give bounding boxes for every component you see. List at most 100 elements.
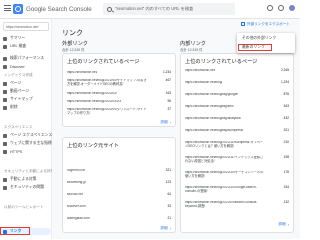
row-url: showver.com (67, 205, 86, 208)
table-row[interactable]: https://seomotion.net/blog/2022/03/20/ 9… (67, 99, 171, 104)
search-console-logo-icon (13, 4, 23, 14)
sidebar-item-summary[interactable]: サマリー (3, 35, 25, 42)
lock-icon (3, 149, 7, 154)
row-url: https://seomotion.net/ (185, 69, 216, 72)
row-count: 321 (165, 168, 171, 172)
table-row[interactable]: seowebing.jp 123 (67, 180, 171, 185)
table-row[interactable]: https://seomotion.net/blog/2022/10/Googl… (185, 185, 289, 194)
row-url: https://seomotion.net/blog/2022/11/wordp… (185, 141, 264, 148)
row-count: 432 (283, 116, 289, 120)
card-title: 上位のリンクされているページ (67, 59, 140, 65)
sidebar-item-manual-actions[interactable]: 手動による対策 (3, 176, 36, 183)
row-count: 210 (283, 140, 289, 144)
row-url: https://seomotion.net/blog/tag/analytics… (185, 117, 241, 120)
sidebar-item-performance[interactable]: 検索パフォーマンス (3, 55, 44, 62)
row-count: 154 (283, 185, 289, 189)
experience-icon (3, 133, 7, 138)
table-row[interactable]: https://seomotion.net/ 2,345 (185, 68, 289, 73)
table-row[interactable]: https://seomotion.net/ 1,234 (67, 70, 171, 75)
row-url: https://seomotion.net/blog/2022/04/ダウンロー… (67, 108, 147, 115)
section-security[interactable]: セキュリティと手動による対策 (4, 169, 54, 174)
details-link[interactable]: 詳細 › (279, 222, 289, 227)
table-row[interactable]: https://seomotion.net/blog/tag/google/ 8… (185, 92, 289, 97)
row-url: https://seomotion.net/ (67, 71, 98, 74)
home-icon (3, 36, 7, 41)
row-url: https://seomotion.net/blog/2022/10/Googl… (185, 186, 257, 193)
details-link[interactable]: 詳細 › (161, 120, 171, 125)
row-count: 1,234 (281, 80, 289, 84)
table-row[interactable]: hogehm.com 321 (67, 168, 171, 173)
sidebar-item-label: サマリー (10, 36, 26, 40)
flag-icon (3, 177, 7, 182)
sidebar-item-sitemaps[interactable]: サイトマップ (3, 96, 33, 103)
sidebar-item-pages[interactable]: ページ (3, 80, 21, 87)
row-url: hogehm.com (67, 169, 86, 172)
section-legacy[interactable]: 以前のツールとレポート (4, 205, 44, 210)
brand[interactable]: Google Search Console (13, 4, 92, 14)
row-count: 33 (167, 204, 171, 208)
sidebar-item-label: 検索パフォーマンス (10, 56, 45, 60)
sidebar-item-https[interactable]: HTTPS (3, 148, 22, 155)
search-input[interactable]: "seomotion.net" 内のすべての URL を検査 (115, 6, 193, 12)
row-url: https://seomotion.net/blog/2022/03/20/ (67, 100, 122, 103)
table-row[interactable]: https://seomotion.net/blog/2022/10/サーチコン… (185, 170, 289, 179)
external-links-total: 合計 12,345 件 (62, 48, 85, 52)
sidebar-item-discover[interactable]: Discover (3, 63, 25, 70)
chart-icon (3, 56, 7, 61)
sidebar-item-label: 削除 (10, 105, 18, 109)
sidebar-item-label: セキュリティの問題 (10, 185, 44, 189)
export-button[interactable]: 外部リンクをエクスポート (241, 20, 295, 28)
row-count: 21 (167, 216, 171, 220)
row-count: 37 (167, 107, 171, 111)
row-count: 467 (165, 78, 171, 82)
row-count: 321 (283, 128, 289, 132)
shield-icon (3, 185, 7, 190)
property-selector[interactable]: https://seomotion.net/ (3, 22, 49, 31)
row-url: https://seomotion.net/blog/2022/09/searc… (185, 201, 258, 208)
search-icon (3, 44, 7, 49)
details-link[interactable]: 詳細 › (161, 226, 171, 231)
sidebar-item-page-experience[interactable]: ページ エクスペリエンス (3, 132, 52, 139)
table-row[interactable]: advergalab.com 21 (67, 216, 171, 221)
row-count: 123 (165, 180, 171, 184)
table-row[interactable]: https://seomotion.net/blog/tag/wordpress… (185, 128, 289, 133)
apps-icon[interactable] (278, 5, 284, 11)
table-row[interactable]: showver.com 33 (67, 204, 171, 209)
discover-icon (3, 64, 7, 69)
sidebar-item-removals[interactable]: 削除 (3, 104, 18, 111)
avatar[interactable] (289, 5, 295, 11)
table-row[interactable]: https://seomotion.net/blog/tag/seo/ 543 (185, 104, 289, 109)
details-label: 詳細 (160, 226, 168, 230)
row-url: https://seomotion.net/blog/2022/03/ (67, 92, 117, 95)
help-icon[interactable] (267, 5, 273, 11)
row-count: 132 (283, 200, 289, 204)
row-url: https://seomotion.net/blog/2022/04/サイトマッ… (67, 79, 147, 86)
row-url: https://seomotion.net/blog/tag/seo/ (185, 105, 234, 108)
table-row[interactable]: https://seomotion.net/blog/2022/11/インデック… (185, 155, 289, 164)
table-row[interactable]: https://seomotion.net/blog/2022/09/searc… (185, 200, 289, 209)
table-row[interactable]: https://seomotion.net/blog/2022/03/ 163 (67, 91, 171, 96)
section-experience[interactable]: エクスペリエンス (4, 125, 32, 130)
url-inspect-search[interactable]: "seomotion.net" 内のすべての URL を検査 (103, 3, 235, 15)
sidebar-item-url-inspect[interactable]: URL 検査 (3, 43, 26, 50)
row-url: seovwc.net (67, 193, 83, 196)
card-title: 上位のリンクされているページ (185, 59, 258, 65)
menu-item-more-external-links[interactable]: その他の外部リンク (242, 36, 276, 41)
sidebar-item-label: Discover (10, 64, 25, 69)
table-row[interactable]: https://seomotion.net/blog/ 1,234 (185, 80, 289, 85)
table-row[interactable]: https://seomotion.net/blog/2022/04/ダウンロー… (67, 107, 171, 116)
row-url: https://seomotion.net/blog/ (185, 81, 223, 84)
table-row[interactable]: https://seomotion.net/blog/tag/analytics… (185, 116, 289, 121)
removal-icon (3, 105, 7, 110)
section-index[interactable]: インデックス作成 (4, 73, 33, 78)
sidebar-item-videos[interactable]: 動画ページ (3, 88, 29, 95)
sidebar-item-core-web-vitals[interactable]: ウェブに関する主な指標 (3, 140, 52, 147)
table-row[interactable]: seovwc.net 64 (67, 192, 171, 197)
sidebar-item-security-issues[interactable]: セキュリティの問題 (3, 184, 44, 191)
sidebar-item-label: HTTPS (10, 149, 23, 154)
menu-icon[interactable] (4, 5, 11, 12)
table-row[interactable]: https://seomotion.net/blog/2022/04/サイトマッ… (67, 78, 171, 87)
arrow-right-icon: › (169, 120, 171, 125)
table-row[interactable]: https://seomotion.net/blog/2022/11/wordp… (185, 140, 289, 149)
internal-top-pages-card: 上位のリンクされているページ https://seomotion.net/ 2,… (180, 53, 294, 233)
